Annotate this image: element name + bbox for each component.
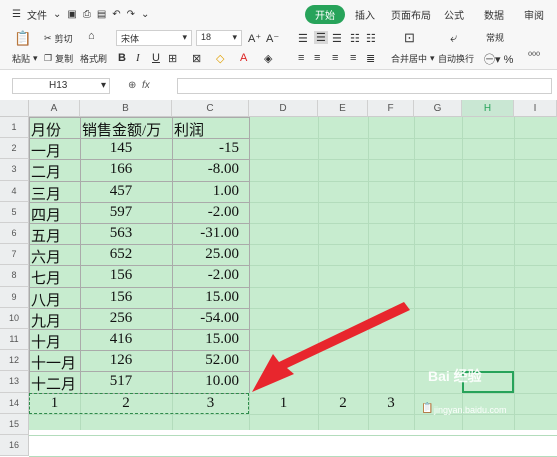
watermark-brand: Bai 经验 [428, 368, 482, 384]
watermark-url: jingyan.baidu.com [434, 405, 507, 415]
row-header-16[interactable]: 16 [0, 435, 29, 457]
arrow-shape [252, 302, 410, 392]
gridline [29, 435, 557, 436]
